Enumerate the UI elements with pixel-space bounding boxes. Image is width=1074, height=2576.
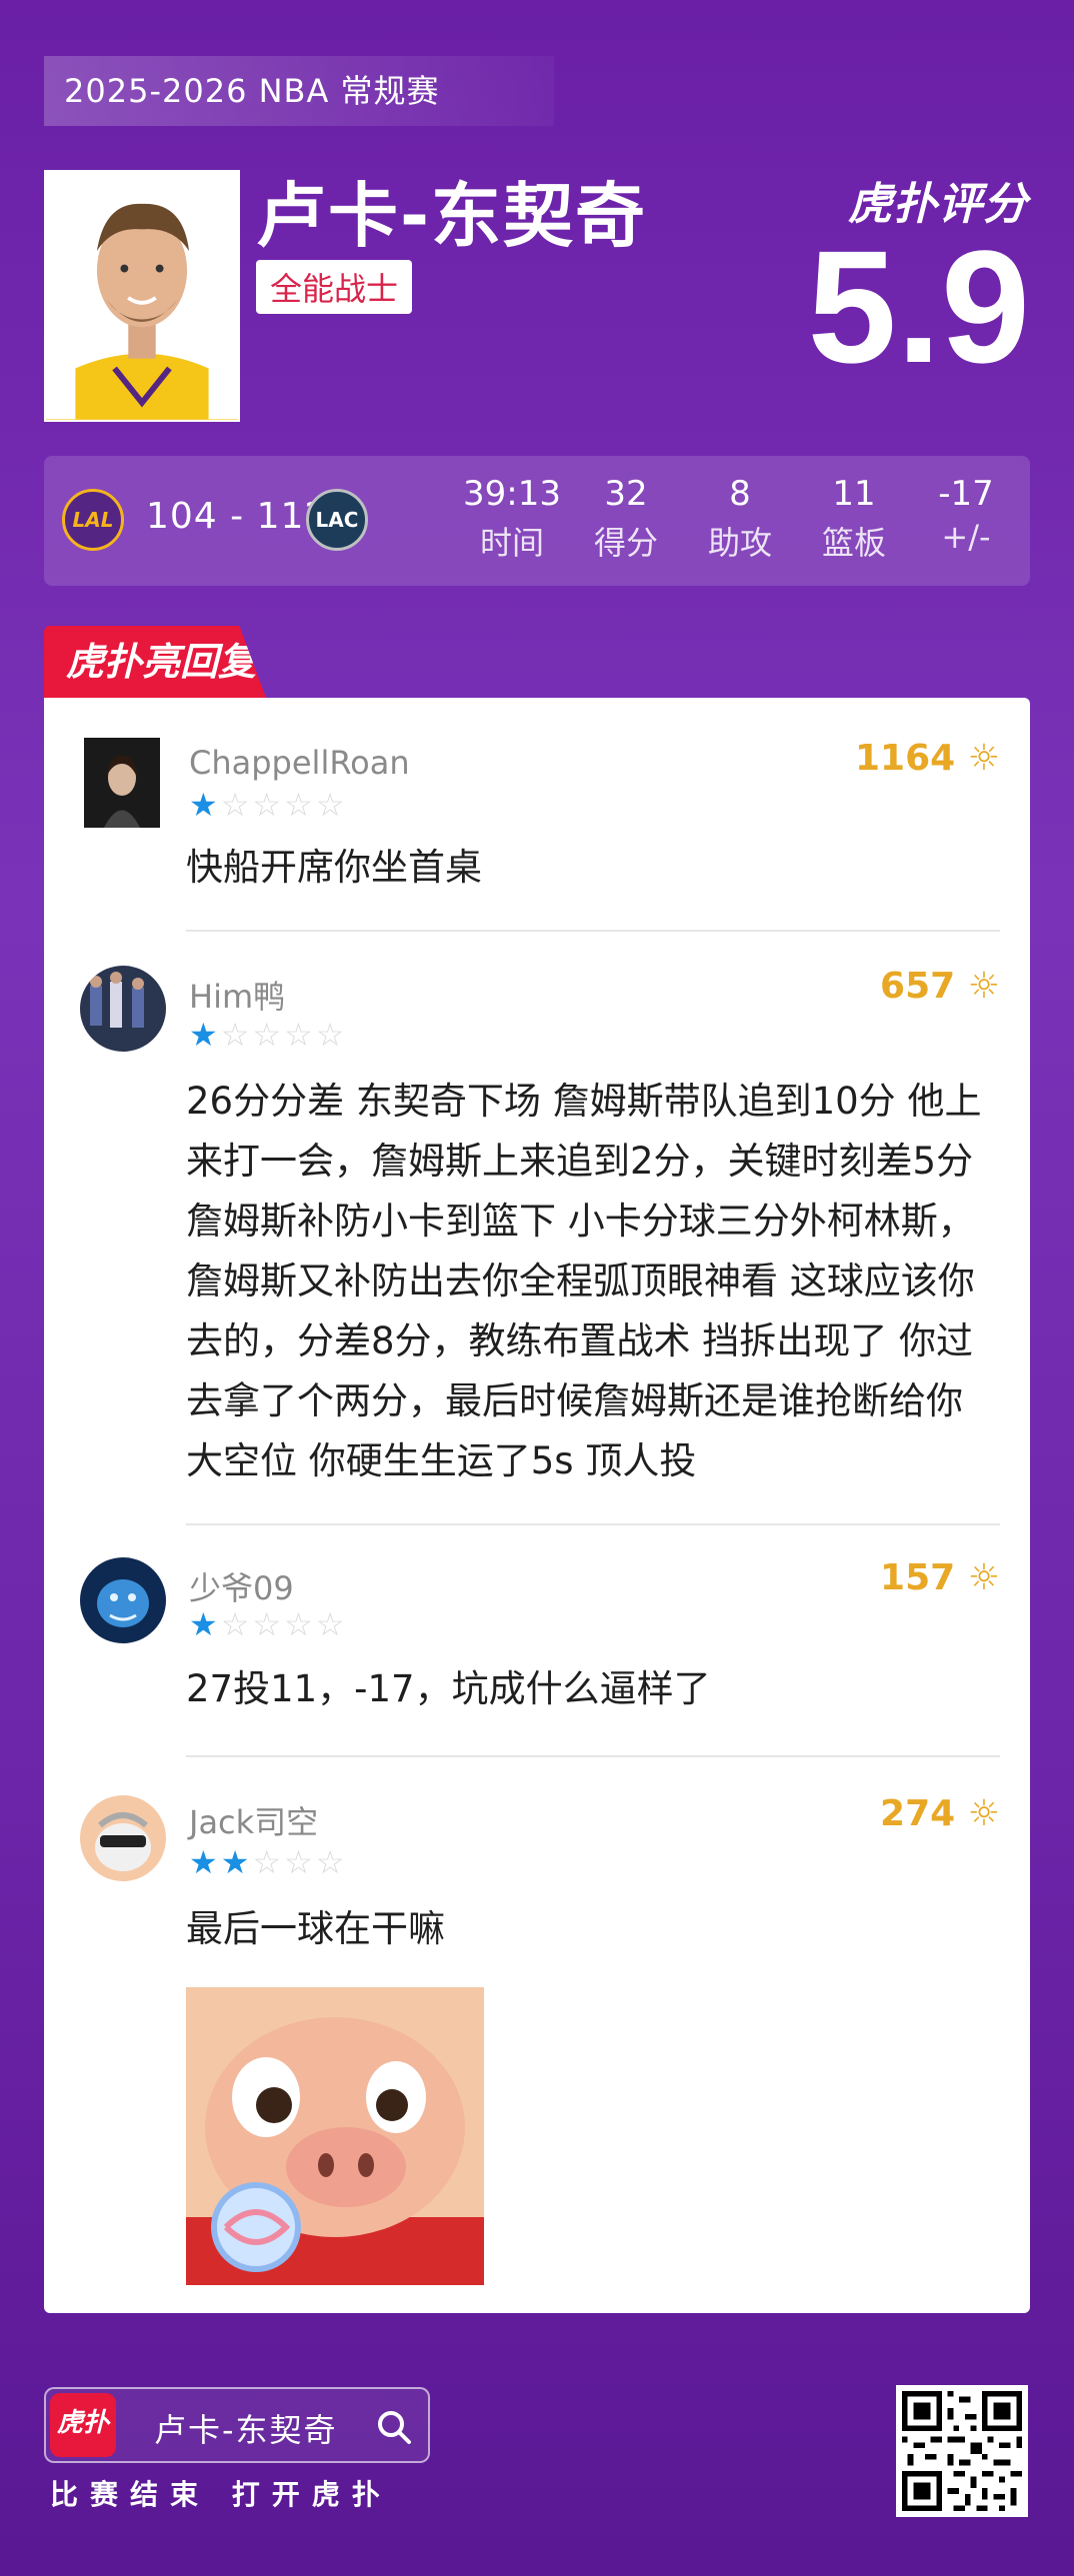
user-avatar[interactable]: [80, 1557, 166, 1643]
app-search-bar[interactable]: 虎扑 卢卡-东契奇: [44, 2387, 430, 2463]
star-empty-icon: ☆: [284, 1605, 316, 1643]
star-empty-icon: ☆: [252, 1605, 285, 1643]
game-stats-bar: LAL 104 - 112 LAC 39:13 时间 32 得分 8 助攻 11…: [44, 456, 1030, 586]
player-photo-image: [46, 172, 238, 420]
player-photo: [44, 170, 240, 422]
clippers-logo-icon: LAC: [306, 489, 368, 551]
season-label: 2025-2026 NBA 常规赛: [44, 56, 554, 126]
comment-divider: [186, 1523, 1000, 1525]
comment-sticker-image[interactable]: [186, 1987, 484, 2285]
stat-points: 32 得分: [576, 474, 676, 564]
star-empty-icon: ☆: [284, 786, 316, 824]
star-empty-icon: ☆: [284, 1016, 316, 1054]
user-avatar[interactable]: [80, 1795, 166, 1881]
stat-rebounds: 11 篮板: [804, 474, 904, 564]
star-empty-icon: ☆: [315, 786, 348, 824]
rating-stars: ★☆☆☆☆: [189, 1016, 347, 1054]
lightbulb-icon: ☼: [967, 1793, 1000, 1834]
star-empty-icon: ☆: [315, 1605, 348, 1643]
comment-likes[interactable]: 1164 ☼: [855, 738, 1000, 779]
avatar-image: [80, 966, 166, 1052]
avatar-image: [84, 738, 160, 828]
comments-card: ChappellRoan 1164 ☼ ★☆☆☆☆ 快船开席你坐首桌 Him鸭 …: [44, 698, 1030, 2313]
stat-value: 11: [832, 474, 876, 514]
rating-score: 5.9: [807, 217, 1030, 396]
stat-value: 32: [604, 474, 648, 514]
user-avatar[interactable]: [80, 966, 166, 1052]
rating-stars: ★☆☆☆☆: [189, 786, 347, 824]
comment-username[interactable]: ChappellRoan: [189, 744, 410, 782]
avatar-image: [80, 1557, 166, 1643]
star-empty-icon: ☆: [284, 1843, 316, 1881]
stat-label: 时间: [479, 524, 544, 562]
star-empty-icon: ☆: [252, 1843, 285, 1881]
star-filled-icon: ★: [189, 1016, 221, 1054]
star-filled-icon: ★: [189, 1605, 221, 1643]
player-tag-badge: 全能战士: [256, 260, 413, 314]
comment-divider: [186, 1755, 1000, 1757]
comment-text: 最后一球在干嘛: [186, 1907, 445, 1950]
stat-plus-minus: -17 +/-: [916, 474, 1016, 556]
likes-count: 657: [880, 966, 956, 1007]
stat-value: 8: [729, 474, 751, 514]
pig-sticker-image: [186, 1987, 484, 2285]
star-empty-icon: ☆: [252, 1016, 285, 1054]
star-empty-icon: ☆: [220, 1016, 253, 1054]
star-empty-icon: ☆: [220, 1605, 253, 1643]
star-empty-icon: ☆: [315, 1843, 348, 1881]
stat-minutes: 39:13 时间: [462, 474, 562, 564]
star-filled-icon: ★: [220, 1843, 253, 1881]
stat-label: +/-: [941, 518, 991, 556]
stat-label: 助攻: [707, 524, 772, 562]
comment-divider: [186, 930, 1000, 932]
star-empty-icon: ☆: [252, 786, 285, 824]
qr-code-image: [896, 2385, 1028, 2517]
game-status-text: 比赛结束 打开虎扑: [50, 2478, 392, 2511]
hupu-app-icon[interactable]: 虎扑: [50, 2393, 116, 2457]
stat-assists: 8 助攻: [690, 474, 790, 564]
lightbulb-icon: ☼: [967, 1557, 1000, 1598]
avatar-image: [80, 1795, 166, 1881]
lightbulb-icon: ☼: [967, 738, 1000, 779]
comment-username[interactable]: Jack司空: [189, 1797, 318, 1843]
player-name: 卢卡-东契奇: [256, 175, 648, 257]
comment-likes[interactable]: 657 ☼: [880, 966, 1000, 1007]
stat-label: 篮板: [821, 524, 886, 562]
search-query-text[interactable]: 卢卡-东契奇: [154, 2405, 338, 2451]
comment-username[interactable]: 少爷09: [189, 1563, 294, 1609]
comment-username[interactable]: Him鸭: [189, 972, 285, 1018]
star-filled-icon: ★: [189, 1843, 221, 1881]
stat-value: 39:13: [463, 474, 561, 514]
star-empty-icon: ☆: [220, 786, 253, 824]
comment-text: 27投11，-17，坑成什么逼样了: [186, 1667, 711, 1710]
game-score: 104 - 112: [146, 496, 329, 537]
qr-code-graphic: [902, 2391, 1022, 2511]
comment-likes[interactable]: 157 ☼: [880, 1557, 1000, 1598]
user-avatar[interactable]: [84, 738, 160, 828]
comment-text: 26分分差 东契奇下场 詹姆斯带队追到10分 他上来打一会，詹姆斯上来追到2分，…: [186, 1080, 982, 1482]
comment-text: 快船开席你坐首桌: [186, 846, 482, 889]
star-filled-icon: ★: [189, 786, 221, 824]
lakers-logo-icon: LAL: [62, 489, 124, 551]
likes-count: 274: [880, 1793, 956, 1834]
comment-likes[interactable]: 274 ☼: [880, 1793, 1000, 1834]
stat-label: 得分: [593, 524, 658, 562]
star-empty-icon: ☆: [315, 1016, 348, 1054]
likes-count: 1164: [854, 738, 956, 779]
search-icon[interactable]: [374, 2407, 414, 2447]
rating-stars: ★☆☆☆☆: [189, 1605, 347, 1643]
lightbulb-icon: ☼: [967, 966, 1000, 1007]
stat-value: -17: [938, 474, 994, 514]
section-title-tab: 虎扑亮回复: [44, 626, 266, 698]
likes-count: 157: [880, 1557, 956, 1598]
rating-stars: ★★☆☆☆: [189, 1843, 347, 1881]
